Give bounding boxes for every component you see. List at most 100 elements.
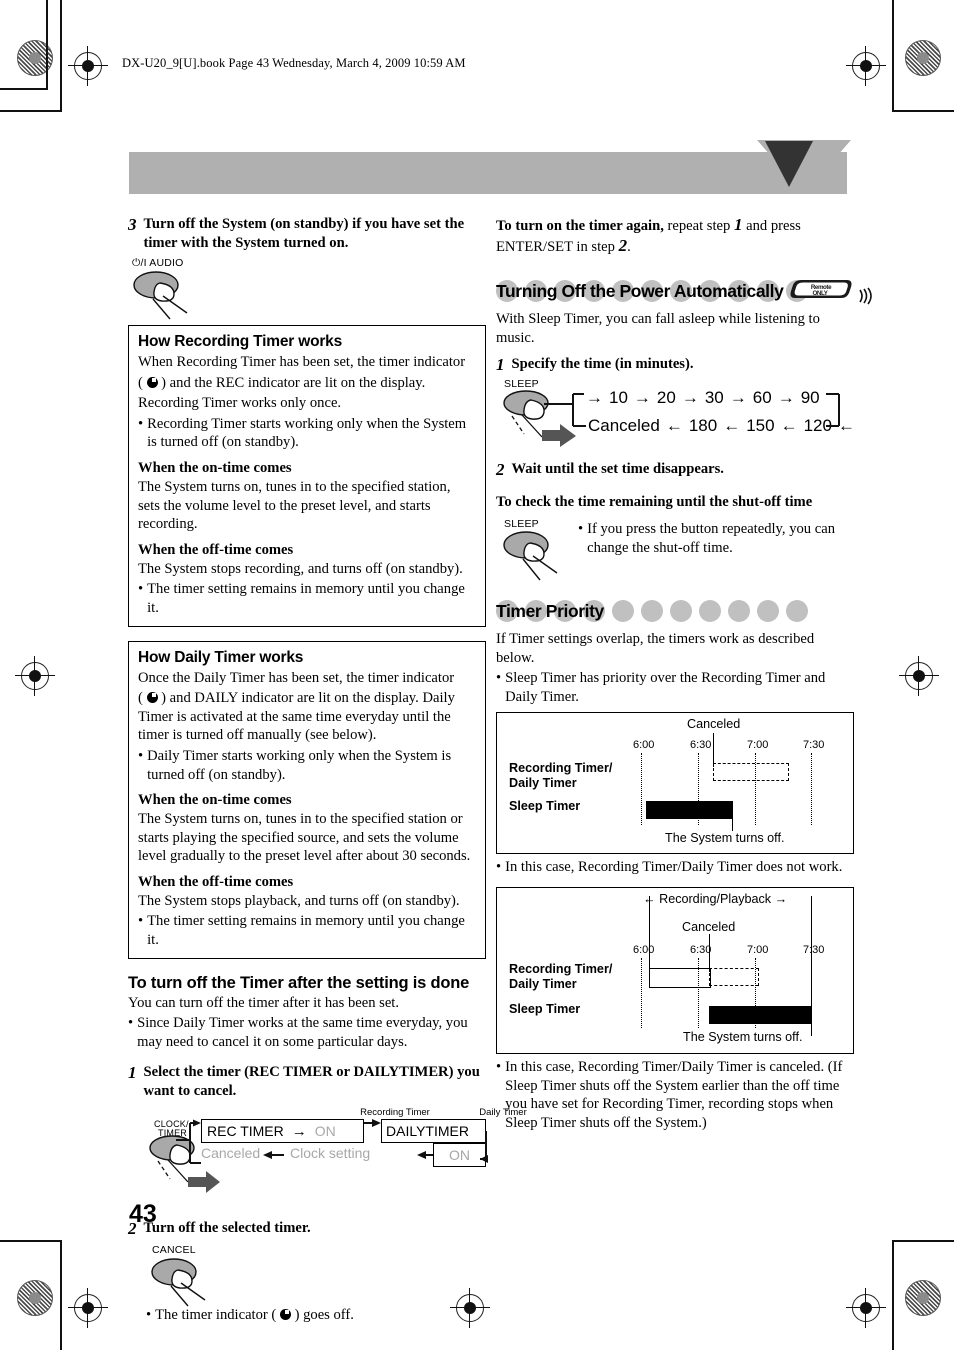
sleep-timer-sequence-diagram: SLEEP → 10 → 20 → 30 → 60 → 90 Canceled … (496, 378, 855, 460)
step-1-text: Select the timer (REC TIMER or DAILYTIME… (143, 1064, 480, 1100)
crop-mark (60, 1240, 62, 1350)
daily-off-time-heading: When the off-time comes (138, 873, 294, 890)
chart1-tick-700: 7:00 (747, 739, 769, 752)
step-1-number: 1 (128, 1063, 137, 1083)
registration-hatch-mark-top-left (17, 40, 53, 76)
crop-mark (46, 0, 48, 90)
chart2-system-off-label: The System turns off. (683, 1029, 803, 1044)
chart2-bar-recording-canceled (709, 967, 759, 986)
daily-box-heading: How Daily Timer works (138, 648, 304, 666)
check-remaining-bullet: • If you press the button repeatedly, yo… (578, 520, 846, 557)
chart1-row-label-sleep: Sleep Timer (509, 799, 581, 814)
step-3: 3 Turn off the System (on standby) if yo… (128, 215, 486, 253)
registration-target-mid-right (899, 656, 939, 696)
chart1-tick-600: 6:00 (633, 739, 655, 752)
daily-box-intro-1: Once the Daily Timer has been set, the t… (138, 669, 455, 686)
left-column: 3 Turn off the System (on standby) if yo… (128, 215, 527, 1325)
sleep-step-1-number: 1 (496, 355, 505, 375)
power-auto-intro: With Sleep Timer, you can fall asleep wh… (496, 311, 820, 346)
sleep-step-2: 2 Wait until the set time disappears. (496, 460, 854, 479)
registration-target-top-left (68, 46, 108, 86)
recording-off-bullet-text: The timer setting remains in memory unti… (147, 581, 465, 616)
right-column: To turn on the timer again, repeat step … (496, 215, 873, 1132)
turn-off-timer-heading: To turn off the Timer after the setting … (128, 973, 470, 992)
step-3-text: Turn off the System (on standby) if you … (143, 216, 465, 251)
daily-box-intro-2-line: ( ) and DAILY indicator are lit on the d… (138, 690, 455, 744)
crop-mark (0, 1240, 62, 1242)
recording-box-bullet: • Recording Timer starts working only whe… (138, 415, 476, 452)
chart2-gridline-730 (811, 957, 812, 1028)
check-remaining-bullet-text: If you press the button repeatedly, you … (587, 520, 835, 556)
step-2-text: Turn off the selected timer. (143, 1220, 311, 1237)
chart1-system-off-marker (732, 801, 733, 832)
timer-indicator-icon (279, 1309, 291, 1321)
daily-box-bullet: • Daily Timer starts working only when th… (138, 747, 476, 784)
sleep-step-1: 1 Specify the time (in minutes). (496, 355, 854, 374)
sleep-step-2-number: 2 (496, 460, 505, 480)
bullet-dot-icon: • (496, 670, 502, 687)
chart2-bar-recording-active (649, 967, 711, 988)
cancel-button-illustration: CANCEL (128, 1244, 486, 1307)
turn-on-again-mid: repeat step (663, 218, 734, 234)
cancel-note-b: ) goes off. (294, 1307, 354, 1324)
recording-off-time-heading: When the off-time comes (138, 541, 294, 558)
turn-off-timer-text: You can turn off the timer after it has … (128, 994, 399, 1011)
bullet-dot-icon: • (138, 747, 144, 764)
turn-off-timer-bullet: • Since Daily Timer works at the same tim… (128, 1014, 486, 1051)
recording-box-bullet-text: Recording Timer starts working only when… (147, 415, 467, 451)
timer-priority-chart-2: ← Recording/Playback → Canceled 6:00 6:3… (496, 886, 854, 1054)
chart2-tick-700: 7:00 (747, 943, 769, 956)
flow-connector-lines (176, 1119, 488, 1165)
step-2-cancel: 2 Turn off the selected timer. (128, 1219, 486, 1238)
recording-box-intro-3: Recording Timer works only once. (138, 395, 342, 412)
cancel-note: • The timer indicator ( ) goes off. (146, 1306, 486, 1325)
sleep-step-1-text: Specify the time (in minutes). (511, 356, 694, 373)
chart1-note: • In this case, Recording Timer/Daily Tim… (496, 858, 854, 877)
chart1-bar-recording-daily (713, 763, 789, 782)
remote-only-badge: Remote ONLY (789, 278, 874, 307)
registration-hatch-mark-bottom-left (17, 1280, 53, 1316)
chart1-row-label-recording: Recording Timer/Daily Timer (509, 761, 613, 791)
recording-box-intro-2-line: ( ) and the REC indicator are lit on the… (138, 374, 426, 391)
clock-timer-flow-diagram: CLOCK/ TIMER Recording Timer Daily Timer… (128, 1107, 527, 1203)
turn-on-again-step-b: 2 (618, 235, 628, 255)
press-button-icon (503, 531, 558, 581)
crop-mark (892, 0, 894, 112)
daily-off-bullet: • The timer setting remains in memory unt… (138, 912, 476, 949)
timer-indicator-icon (146, 376, 158, 388)
cancel-note-a: The timer indicator ( (155, 1307, 277, 1324)
chart1-bar-sleep (646, 801, 732, 820)
chart1-tick-730: 7:30 (803, 739, 825, 752)
daily-box-intro-2: ) and DAILY indicator are lit on the dis… (138, 690, 455, 744)
press-button-icon (151, 1258, 206, 1307)
chart1-gridline-730 (811, 753, 812, 826)
daily-on-time-heading: When the on-time comes (138, 792, 292, 809)
crop-mark (0, 88, 47, 90)
power-auto-heading-row: Turning Off the Power Automatically Remo… (496, 278, 873, 307)
chart1-canceled-marker (713, 733, 714, 768)
chart2-row-label-recording: Recording Timer/Daily Timer (509, 961, 613, 991)
chart1-gridline-600 (641, 753, 642, 826)
step-3-number: 3 (128, 215, 137, 234)
step-1-cancel: 1 Select the timer (REC TIMER or DAILYTI… (128, 1063, 486, 1101)
turn-on-again-lead: To turn on the timer again, (496, 218, 664, 234)
timer-priority-intro: If Timer settings overlap, the timers wo… (496, 630, 815, 666)
chart1-canceled-label: Canceled (687, 717, 741, 732)
chart1-tick-630: 6:30 (690, 739, 712, 752)
heading-timer-priority: Timer Priority (496, 598, 854, 624)
crop-mark (60, 0, 62, 112)
cancel-button-label: CANCEL (152, 1244, 196, 1257)
chart2-note-text: In this case, Recording Timer/Daily Time… (505, 1058, 843, 1131)
chart2-bar-sleep (709, 1005, 811, 1024)
banner-triangle-dark (765, 141, 813, 187)
bullet-dot-icon: • (496, 859, 502, 876)
crop-mark (892, 1240, 954, 1242)
daily-on-time-text: The System turns on, tunes in to the spe… (138, 811, 471, 865)
turn-on-again-end: . (627, 238, 631, 255)
chart2-tick-600: 6:00 (633, 943, 655, 956)
timer-priority-bullet-text: Sleep Timer has priority over the Record… (505, 670, 826, 705)
recording-box-heading: How Recording Timer works (138, 333, 343, 350)
bullet-dot-icon: • (138, 415, 144, 432)
check-remaining-block: SLEEP • If you press the button repeated… (496, 518, 854, 588)
recording-box-intro-2: ) and the REC indicator are lit on the d… (161, 374, 426, 391)
